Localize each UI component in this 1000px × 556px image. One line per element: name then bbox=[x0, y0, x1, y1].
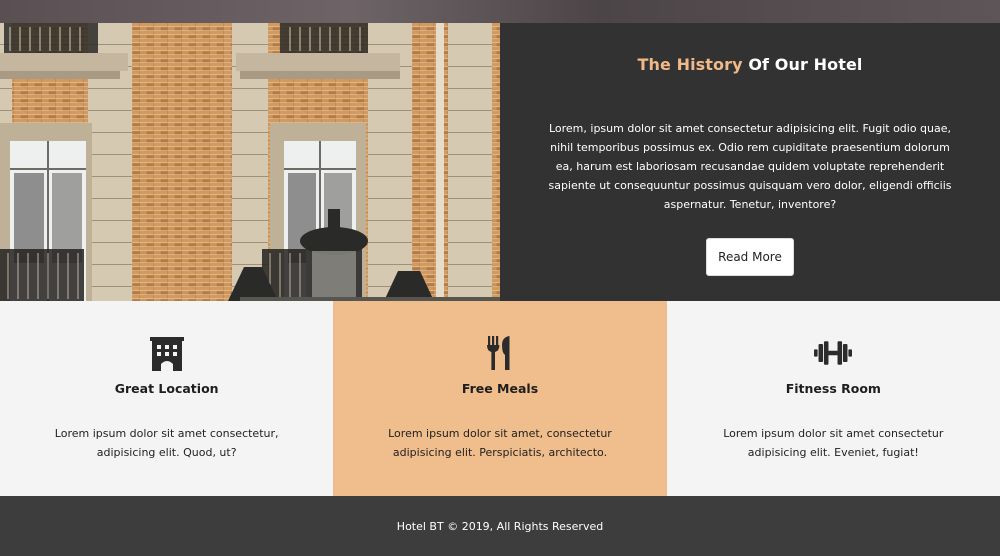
feature-title: Fitness Room bbox=[785, 381, 881, 396]
history-panel: The History Of Our Hotel Lorem, ipsum do… bbox=[500, 23, 1000, 301]
feature-card-location: Great Location Lorem ipsum dolor sit ame… bbox=[0, 301, 334, 496]
feature-description: Lorem ipsum dolor sit amet consectetur, … bbox=[54, 427, 279, 459]
top-banner-strip bbox=[0, 0, 1000, 23]
copyright-text: Hotel BT © 2019, All Rights Reserved bbox=[396, 519, 604, 533]
feature-title: Great Location bbox=[114, 381, 219, 396]
feature-description: Lorem ipsum dolor sit amet, consectetur … bbox=[388, 427, 612, 459]
page-footer: Hotel BT © 2019, All Rights Reserved bbox=[0, 496, 1000, 556]
features-section: Great Location Lorem ipsum dolor sit ame… bbox=[0, 301, 1000, 496]
history-title-rest: Of Our Hotel bbox=[742, 55, 863, 74]
hotel-building-icon bbox=[149, 337, 184, 371]
history-section: The History Of Our Hotel Lorem, ipsum do… bbox=[0, 23, 1000, 301]
read-more-button[interactable]: Read More bbox=[706, 238, 794, 276]
utensils-icon bbox=[486, 336, 510, 370]
history-title-accent: The History bbox=[637, 55, 743, 74]
feature-title: Free Meals bbox=[461, 381, 539, 396]
history-description: Lorem, ipsum dolor sit amet consectetur … bbox=[548, 122, 952, 211]
history-title: The History Of Our Hotel bbox=[637, 55, 862, 74]
feature-card-fitness: Fitness Room Lorem ipsum dolor sit amet … bbox=[666, 301, 1000, 496]
feature-card-meals: Free Meals Lorem ipsum dolor sit amet, c… bbox=[333, 301, 667, 496]
feature-description: Lorem ipsum dolor sit amet consectetur a… bbox=[723, 427, 944, 459]
dumbbell-icon bbox=[814, 341, 853, 365]
hotel-facade-image bbox=[0, 23, 500, 301]
